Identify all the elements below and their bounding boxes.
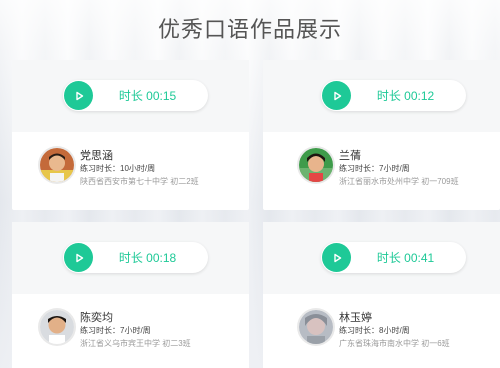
- play-button[interactable]: [64, 243, 93, 272]
- school-class: 广东省珠海市南水中学 初一6班: [339, 339, 450, 348]
- school-class: 浙江省丽水市处州中学 初一709班: [339, 177, 459, 186]
- student-name: 林玉婷: [339, 312, 372, 324]
- author-info: 兰蒨 练习时长：7小时/周 浙江省丽水市处州中学 初一709班: [263, 132, 500, 210]
- school-class: 浙江省义乌市宾王中学 初二3班: [80, 339, 191, 348]
- student-name: 兰蒨: [339, 150, 361, 162]
- student-avatar: [40, 310, 74, 344]
- school-class: 陕西省西安市第七十中学 初二2班: [80, 177, 199, 186]
- student-avatar: [40, 148, 74, 182]
- audio-player[interactable]: 时长 00:18: [63, 242, 208, 273]
- audio-player[interactable]: 时长 00:12: [321, 80, 466, 111]
- author-info: 陈奕均 练习时长：7小时/周 浙江省义乌市宾王中学 初二3班: [12, 294, 249, 368]
- duration-label: 时长 00:41: [376, 251, 435, 265]
- audio-player[interactable]: 时长 00:15: [63, 80, 208, 111]
- practice-time: 练习时长：7小时/周: [80, 326, 151, 335]
- play-icon: [75, 253, 83, 262]
- player-area: 时长 00:12: [263, 60, 500, 132]
- practice-time: 练习时长：7小时/周: [339, 164, 410, 173]
- player-area: 时长 00:15: [12, 60, 249, 132]
- practice-time: 练习时长：10小时/周: [80, 164, 156, 173]
- work-card: 时长 00:18 陈奕均 练习时长：7小时/周 浙江省义乌市宾王中学 初二3班: [12, 222, 249, 368]
- play-icon: [333, 91, 341, 100]
- duration-label: 时长 00:18: [118, 251, 177, 265]
- audio-player[interactable]: 时长 00:41: [321, 242, 466, 273]
- author-info: 党思涵 练习时长：10小时/周 陕西省西安市第七十中学 初二2班: [12, 132, 249, 210]
- practice-time: 练习时长：8小时/周: [339, 326, 410, 335]
- duration-label: 时长 00:15: [118, 89, 177, 103]
- play-button[interactable]: [322, 81, 351, 110]
- play-button[interactable]: [322, 243, 351, 272]
- student-avatar: [299, 148, 333, 182]
- duration-label: 时长 00:12: [376, 89, 435, 103]
- play-icon: [75, 91, 83, 100]
- work-card: 时长 00:15 党思涵 练习时长：10小时/周 陕西省西安市第七十中学 初二2…: [12, 60, 249, 210]
- student-name: 陈奕均: [80, 312, 113, 324]
- author-info: 林玉婷 练习时长：8小时/周 广东省珠海市南水中学 初一6班: [263, 294, 500, 368]
- student-name: 党思涵: [80, 150, 113, 162]
- page-title: 优秀口语作品展示: [157, 17, 342, 42]
- work-card: 时长 00:41 林玉婷 练习时长：8小时/周 广东省珠海市南水中学 初一6班: [263, 222, 500, 368]
- play-icon: [333, 253, 341, 262]
- player-area: 时长 00:18: [12, 222, 249, 294]
- student-avatar: [299, 310, 333, 344]
- player-area: 时长 00:41: [263, 222, 500, 294]
- work-card: 时长 00:12 兰蒨 练习时长：7小时/周 浙江省丽水市处州中学 初一709班: [263, 60, 500, 210]
- play-button[interactable]: [64, 81, 93, 110]
